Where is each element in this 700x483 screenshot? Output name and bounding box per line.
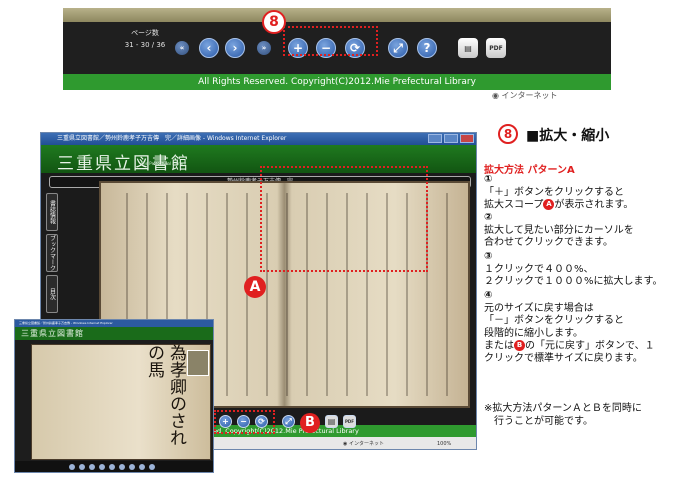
step-text: の「元に戻す」ボタンで、１ bbox=[525, 340, 655, 352]
help-icon: ? bbox=[423, 41, 431, 55]
section-title: ■拡大・縮小 bbox=[526, 128, 610, 144]
next-page-button[interactable]: › bbox=[225, 38, 245, 58]
window-title: 三重県立図書館／勢州鈴鹿孝子万吉傳 完／詳細画像 - Windows Inter… bbox=[41, 133, 476, 145]
first-page-button[interactable]: « bbox=[175, 41, 189, 55]
manual-page: ページ数 31 - 30 / 36 « ‹ › » + − ⟳ ⤢ ? ▤ PD… bbox=[0, 0, 700, 483]
next-page-icon: › bbox=[232, 41, 238, 55]
note: ※拡大方法パターンＡとＢを同時に 行うことが可能です。 bbox=[484, 402, 642, 428]
main-pdf-button[interactable]: PDF bbox=[343, 415, 356, 428]
inset-control-icon[interactable] bbox=[119, 464, 125, 470]
status-zone-text: インターネット bbox=[348, 441, 384, 447]
inset-control-icon[interactable] bbox=[109, 464, 115, 470]
tab-bibliography[interactable]: 書誌情報 bbox=[46, 193, 58, 231]
status-zone: ◉ インターネット bbox=[343, 441, 384, 447]
window-controls bbox=[428, 134, 474, 143]
zoom-scope-highlight bbox=[260, 166, 428, 272]
step-number: ④ bbox=[484, 290, 493, 301]
prev-page-button[interactable]: ‹ bbox=[199, 38, 219, 58]
page-count-value: 31 - 30 / 36 bbox=[124, 41, 166, 49]
minimize-button[interactable] bbox=[428, 134, 442, 143]
help-button[interactable]: ? bbox=[417, 38, 437, 58]
step-text: が表示されます。 bbox=[554, 199, 634, 211]
main-fullscreen-button[interactable]: ⤢ bbox=[282, 415, 295, 428]
step-3: ③ １クリックで４００%、 ２クリックで１０００%に拡大します。 bbox=[484, 251, 663, 289]
print-icon: ▤ bbox=[464, 43, 472, 53]
step-2: ② 拡大して見たい部分にカーソルを 合わせてクリックできます。 bbox=[484, 212, 634, 250]
fullscreen-icon: ⤢ bbox=[393, 40, 403, 55]
ie-status-text: インターネット bbox=[501, 91, 558, 100]
tab-bookmark[interactable]: ブックマーク bbox=[46, 234, 58, 272]
inset-control-icon[interactable] bbox=[139, 464, 145, 470]
step-line: 拡大して見たい部分にカーソルを bbox=[484, 224, 634, 236]
zoom-buttons-highlight bbox=[283, 26, 378, 56]
inset-control-icon[interactable] bbox=[89, 464, 95, 470]
page-count-label: ページ数 bbox=[131, 29, 159, 37]
step-line: または B の「元に戻す」ボタンで、１ bbox=[484, 340, 655, 353]
step-line: クリックで標準サイズに戻ります。 bbox=[484, 353, 643, 364]
ie-status-zone: ◉ インターネット bbox=[492, 91, 558, 100]
pdf-icon: PDF bbox=[489, 44, 503, 52]
step-line: １クリックで４００%、 bbox=[484, 263, 594, 275]
step-1: ① 「＋」ボタンをクリックすると 拡大スコープ A が表示されます。 bbox=[484, 174, 633, 212]
pdf-icon: PDF bbox=[345, 419, 354, 424]
note-line: 行うことが可能です。 bbox=[484, 416, 593, 427]
inset-control-icon[interactable] bbox=[149, 464, 155, 470]
book-page-edge bbox=[63, 8, 611, 22]
step-line: 段階的に縮小します。 bbox=[484, 327, 583, 339]
prev-page-icon: ‹ bbox=[206, 41, 212, 55]
side-tabs: 書誌情報 ブックマーク 目次 bbox=[46, 193, 58, 316]
status-zoom[interactable]: 100% bbox=[437, 437, 451, 449]
label-A: A bbox=[244, 276, 266, 298]
library-logo-sub: Mie Prefectural Library bbox=[141, 161, 187, 166]
close-button[interactable] bbox=[460, 134, 474, 143]
step-4: ④ 元のサイズに戻す場合は 「－」ボタンをクリックすると 段階的に縮小します。 … bbox=[484, 290, 655, 366]
inset-thumbnail bbox=[187, 350, 209, 376]
note-line: ※拡大方法パターンＡとＢを同時に bbox=[484, 403, 642, 414]
toolbar-copyright: All Rights Reserved. Copyright(C)2012.Mi… bbox=[63, 74, 611, 90]
step-line: ２クリックで１０００%に拡大します。 bbox=[484, 276, 663, 287]
inset-control-icon[interactable] bbox=[129, 464, 135, 470]
fullscreen-button[interactable]: ⤢ bbox=[388, 38, 408, 58]
last-page-icon: » bbox=[261, 44, 267, 52]
fullscreen-icon: ⤢ bbox=[285, 417, 292, 426]
step-line: 拡大スコープ A が表示されます。 bbox=[484, 199, 633, 212]
step-line: 合わせてクリックできます。 bbox=[484, 237, 613, 248]
print-icon: ▤ bbox=[327, 417, 336, 426]
inline-badge-A: A bbox=[543, 199, 555, 210]
step-line: 「＋」ボタンをクリックすると bbox=[484, 186, 624, 198]
reset-buttons-highlight bbox=[214, 410, 275, 434]
inline-badge-B: B bbox=[514, 340, 525, 351]
first-page-icon: « bbox=[179, 44, 185, 52]
step-number: ① bbox=[484, 174, 493, 185]
inset-window-title: 三重県立図書館／勢州鈴鹿孝子万吉傳 - Windows Internet Exp… bbox=[15, 320, 213, 327]
inset-library-logo: 三重県立図書館 bbox=[21, 329, 84, 338]
last-page-button[interactable]: » bbox=[257, 41, 271, 55]
step-number: ③ bbox=[484, 251, 493, 262]
pdf-button[interactable]: PDF bbox=[486, 38, 506, 58]
zoomed-view-screenshot: 三重県立図書館／勢州鈴鹿孝子万吉傳 - Windows Internet Exp… bbox=[14, 319, 214, 473]
inset-control-icon[interactable] bbox=[99, 464, 105, 470]
step-text: 拡大スコープ bbox=[484, 199, 544, 211]
label-B: B bbox=[300, 413, 320, 433]
inset-zoomed-text: 為孝卿のされの馬 bbox=[144, 344, 186, 446]
step-line: 元のサイズに戻す場合は bbox=[484, 302, 594, 314]
main-print-button[interactable]: ▤ bbox=[325, 415, 338, 428]
inset-control-icon[interactable] bbox=[79, 464, 85, 470]
step-text: または bbox=[484, 340, 514, 352]
section-number-badge: 8 bbox=[498, 124, 518, 144]
tab-contents[interactable]: 目次 bbox=[46, 275, 58, 313]
maximize-button[interactable] bbox=[444, 134, 458, 143]
step-line: 「－」ボタンをクリックすると bbox=[484, 315, 624, 326]
callout-8-top: 8 bbox=[262, 10, 286, 34]
inset-control-icon[interactable] bbox=[69, 464, 75, 470]
step-number: ② bbox=[484, 212, 493, 223]
print-button[interactable]: ▤ bbox=[458, 38, 478, 58]
